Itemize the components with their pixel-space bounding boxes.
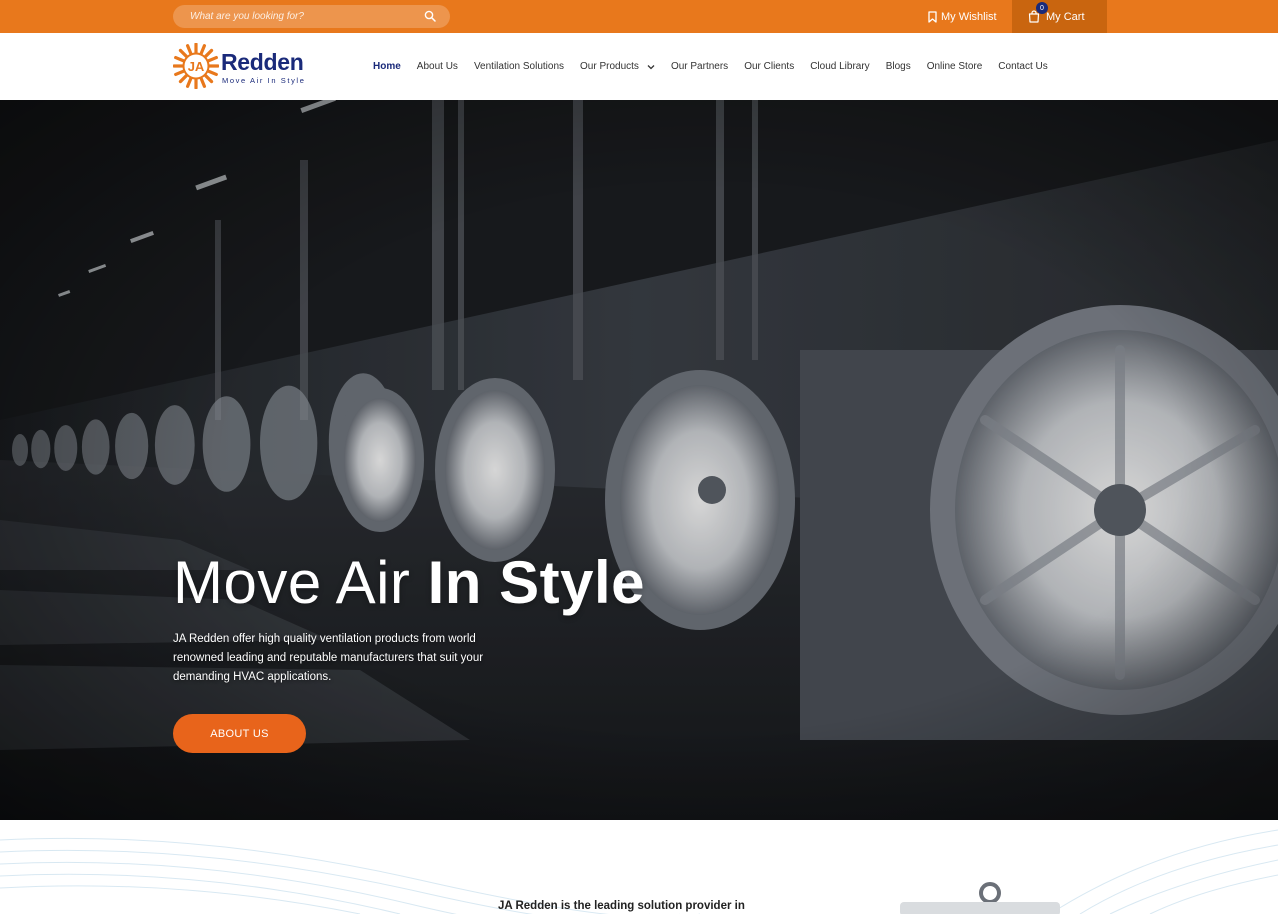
nav-label: Blogs — [885, 61, 911, 72]
cart-icon-wrap: 0 — [1028, 2, 1048, 23]
nav-our-partners[interactable]: Our Partners — [671, 61, 728, 72]
about-us-button[interactable]: ABOUT US — [173, 714, 306, 753]
nav-label: Online Store — [926, 61, 983, 72]
intro-section: JA Redden is the leading solution provid… — [0, 820, 1278, 914]
logo-tagline: Move Air In Style — [222, 76, 306, 85]
nav-label: About Us — [416, 61, 458, 72]
nav-label: Cloud Library — [810, 61, 870, 72]
nav-label: Our Partners — [670, 61, 729, 72]
product-preview — [900, 882, 1060, 914]
search-icon[interactable] — [424, 10, 436, 22]
wishlist-label: My Wishlist — [941, 10, 997, 23]
nav-label: Ventilation Solutions — [473, 61, 565, 72]
logo-brand: Redden — [221, 49, 304, 75]
cart-label: My Cart — [1046, 10, 1085, 23]
nav-label: Our Clients — [744, 61, 795, 72]
nav-label: Our Products — [580, 61, 639, 72]
nav-about-us[interactable]: About Us — [417, 61, 458, 72]
cart-button[interactable]: 0 My Cart — [1012, 0, 1107, 33]
nav-blogs[interactable]: Blogs — [886, 61, 911, 72]
hero-title-bold: In Style — [427, 549, 645, 616]
site-logo[interactable]: JA Redden Move Air In Style — [173, 43, 313, 91]
nav-cloud-library[interactable]: Cloud Library — [810, 61, 869, 72]
hero-title-light: Move Air — [173, 549, 428, 616]
main-nav: Home About Us Ventilation Solutions Our … — [373, 33, 1048, 100]
search-bar — [173, 5, 450, 28]
logo-sun-icon: JA — [173, 43, 219, 89]
nav-contact-us[interactable]: Contact Us — [998, 61, 1047, 72]
nav-label: Home — [373, 61, 401, 72]
hero-banner: Move Air In Style JA Redden offer high q… — [0, 100, 1278, 820]
hero-description: JA Redden offer high quality ventilation… — [173, 633, 484, 683]
bookmark-icon — [928, 10, 937, 23]
chevron-down-icon — [647, 64, 655, 69]
hero-title: Move Air In Style — [173, 548, 645, 617]
nav-our-products[interactable]: Our Products — [580, 61, 655, 72]
nav-our-clients[interactable]: Our Clients — [744, 61, 794, 72]
intro-lead-text: JA Redden is the leading solution provid… — [498, 900, 745, 912]
nav-label: Contact Us — [998, 61, 1048, 72]
nav-ventilation-solutions[interactable]: Ventilation Solutions — [474, 61, 564, 72]
top-bar: My Wishlist 0 My Cart — [0, 0, 1278, 33]
wishlist-link[interactable]: My Wishlist — [928, 0, 997, 33]
nav-online-store[interactable]: Online Store — [927, 61, 983, 72]
logo-mark-text: JA — [188, 59, 205, 74]
hero-background-image — [0, 100, 1278, 820]
nav-home[interactable]: Home — [373, 61, 401, 72]
cart-count-badge: 0 — [1036, 2, 1048, 14]
main-header: JA Redden Move Air In Style Home About U… — [0, 33, 1278, 100]
search-input[interactable] — [173, 5, 418, 28]
